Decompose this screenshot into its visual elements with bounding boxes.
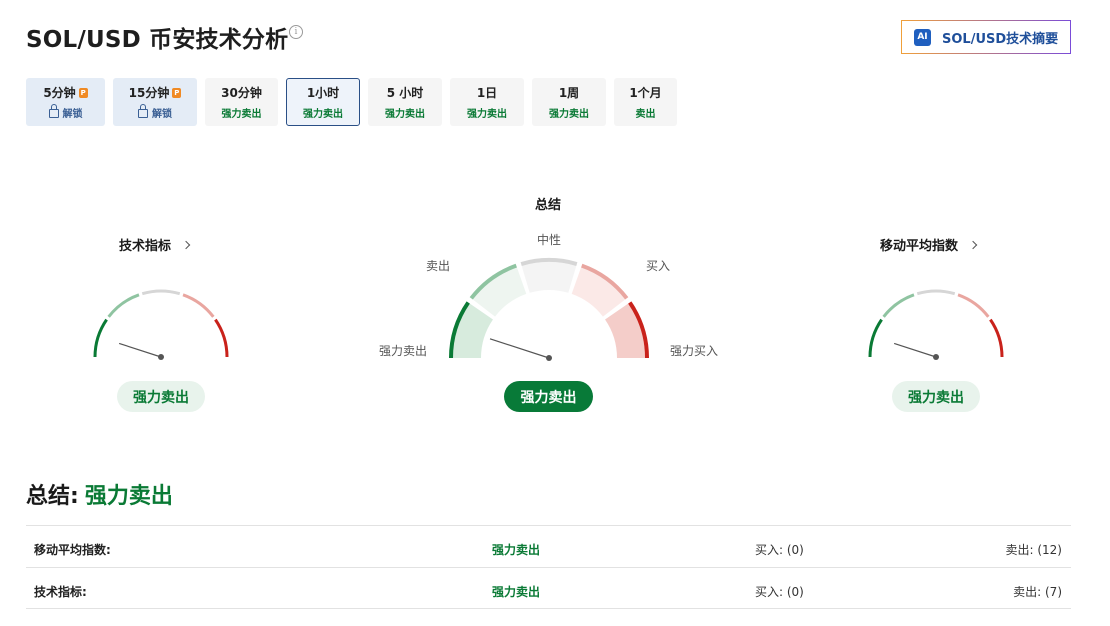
summary-gauge-title: 总结 bbox=[535, 198, 562, 213]
ai-icon: AI bbox=[914, 28, 931, 46]
gauge-needle-pivot bbox=[933, 354, 939, 360]
gauge-label-neutral: 中性 bbox=[537, 233, 562, 247]
chevron-right-icon bbox=[968, 240, 978, 249]
page-title: SOL/USD 币安技术分析 bbox=[26, 27, 289, 53]
gauge-label-buy: 买入 bbox=[646, 259, 671, 273]
gauge-needle bbox=[893, 342, 937, 358]
tab-1day[interactable]: 1日 强力卖出 bbox=[450, 78, 524, 126]
tab-label: 1小时 bbox=[306, 86, 340, 100]
gauge-zone-strong-sell bbox=[453, 303, 494, 359]
gauge-zone-sell bbox=[472, 267, 527, 318]
tab-sub: 解锁 bbox=[62, 109, 83, 120]
row-signal: 强力卖出 bbox=[492, 543, 541, 557]
gauge-label-sell: 卖出 bbox=[426, 259, 451, 273]
gauge-zone-strong-buy bbox=[604, 303, 645, 359]
tab-label: 1个月 bbox=[629, 86, 662, 100]
table-row: 移动平均指数: 强力卖出 买入: (0) 卖出: (12) bbox=[26, 525, 1071, 567]
ai-summary-button[interactable]: AI SOL/USD技术摘要 bbox=[901, 20, 1071, 54]
summary-heading: 总结: 强力卖出 bbox=[26, 478, 173, 510]
gauge-segment-sell bbox=[882, 293, 915, 318]
tab-sub: 强力卖出 bbox=[385, 109, 425, 120]
tab-1hour[interactable]: 1小时 强力卖出 bbox=[286, 78, 360, 126]
ai-summary-label: SOL/USD技术摘要 bbox=[942, 31, 1059, 47]
moving-averages-gauge bbox=[868, 289, 1004, 360]
gauge-needle bbox=[118, 342, 162, 358]
tab-label: 1日 bbox=[476, 86, 498, 100]
gauge-segment-neutral bbox=[916, 289, 956, 296]
table-row: 技术指标: 强力卖出 买入: (0) 卖出: (7) bbox=[26, 567, 1071, 609]
tab-5min[interactable]: 5分钟 P 解锁 bbox=[26, 78, 105, 126]
tab-sub: 强力卖出 bbox=[303, 109, 343, 120]
timeframe-tabs: 5分钟 P 解锁 15分钟 P 解锁 30分钟 强力卖出 1小时 强力卖出 5 小时… bbox=[26, 78, 677, 126]
tab-1week[interactable]: 1周 强力卖出 bbox=[532, 78, 606, 126]
gauge-needle-pivot bbox=[546, 355, 552, 361]
summary-table: 移动平均指数: 强力卖出 买入: (0) 卖出: (12) 技术指标: 强力卖出… bbox=[26, 525, 1071, 609]
gauge-segment-buy bbox=[957, 293, 990, 318]
summary-label: 总结: bbox=[26, 484, 79, 509]
moving-averages-header[interactable]: 移动平均指数 bbox=[880, 235, 978, 254]
moving-averages-title: 移动平均指数 bbox=[880, 239, 959, 254]
pro-badge-icon: P bbox=[172, 87, 182, 98]
gauge-segment-strong-buy bbox=[989, 318, 1004, 358]
tab-label: 15分钟 bbox=[128, 86, 170, 100]
tab-sub: 强力卖出 bbox=[549, 109, 589, 120]
gauge-zone-neutral bbox=[521, 262, 577, 293]
tab-label: 30分钟 bbox=[221, 86, 262, 100]
gauge-segment-strong-sell bbox=[868, 318, 883, 358]
info-icon[interactable]: i bbox=[289, 25, 303, 39]
summary-gauge bbox=[449, 258, 649, 361]
summary-result-badge: 强力卖出 bbox=[504, 381, 593, 412]
tab-sub: 强力卖出 bbox=[221, 109, 262, 120]
row-sell-count: 卖出: (7) bbox=[1013, 585, 1062, 599]
gauge-label-strong-buy: 强力买入 bbox=[670, 344, 719, 358]
row-name: 技术指标: bbox=[34, 585, 87, 599]
moving-averages-result-badge: 强力卖出 bbox=[892, 381, 980, 412]
tab-sub: 解锁 bbox=[152, 109, 172, 120]
gauge-segment-neutral bbox=[141, 289, 181, 296]
technical-gauge bbox=[93, 289, 229, 360]
gauge-zone-buy bbox=[571, 267, 626, 318]
tab-30min[interactable]: 30分钟 强力卖出 bbox=[205, 78, 278, 126]
tab-1month[interactable]: 1个月 卖出 bbox=[614, 78, 677, 126]
row-name: 移动平均指数: bbox=[34, 543, 111, 557]
row-signal: 强力卖出 bbox=[492, 585, 541, 599]
summary-value: 强力卖出 bbox=[84, 484, 173, 509]
technical-indicators-title: 技术指标 bbox=[119, 239, 172, 254]
row-buy-count: 买入: (0) bbox=[755, 585, 804, 599]
tab-sub: 强力卖出 bbox=[467, 109, 507, 120]
gauge-needle-pivot bbox=[158, 354, 164, 360]
tab-label: 5 小时 bbox=[386, 86, 424, 100]
row-sell-count: 卖出: (12) bbox=[1005, 543, 1063, 557]
tab-5hour[interactable]: 5 小时 强力卖出 bbox=[368, 78, 442, 126]
technical-result-badge: 强力卖出 bbox=[117, 381, 205, 412]
technical-indicators-header[interactable]: 技术指标 bbox=[119, 235, 191, 254]
lock-icon bbox=[138, 104, 148, 118]
gauge-segment-strong-sell bbox=[93, 318, 108, 358]
row-buy-count: 买入: (0) bbox=[755, 543, 804, 557]
gauge-needle bbox=[489, 338, 550, 359]
pro-badge-icon: P bbox=[78, 87, 88, 98]
lock-icon bbox=[48, 104, 59, 118]
chevron-right-icon bbox=[181, 240, 191, 249]
tab-label: 5分钟 bbox=[43, 86, 76, 100]
gauge-label-strong-sell: 强力卖出 bbox=[379, 344, 428, 358]
gauge-segment-sell bbox=[107, 293, 140, 318]
gauge-segment-strong-buy bbox=[214, 318, 229, 358]
tab-label: 1周 bbox=[558, 86, 580, 100]
gauge-segment-buy bbox=[182, 293, 215, 318]
tab-15min[interactable]: 15分钟 P 解锁 bbox=[113, 78, 197, 126]
tab-sub: 卖出 bbox=[635, 109, 656, 120]
